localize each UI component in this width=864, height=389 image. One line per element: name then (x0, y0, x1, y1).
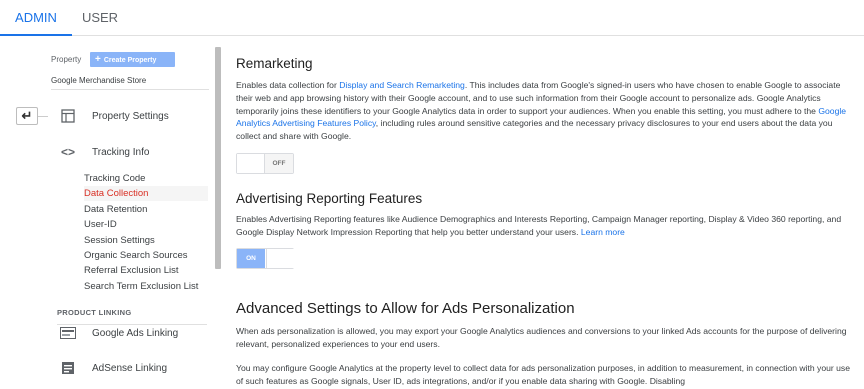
toggle-state-label: ON (237, 249, 265, 268)
nav-adsense-linking-label: AdSense Linking (92, 362, 168, 374)
tab-admin[interactable]: ADMIN (0, 0, 72, 36)
left-navigation: Property + Create Property Google Merchan… (48, 36, 213, 389)
connector-line (38, 116, 48, 117)
property-name: Google Merchandise Store (51, 76, 147, 85)
left-panel-scrollbar[interactable] (215, 47, 221, 269)
create-property-label: Create Property (103, 57, 157, 64)
remarketing-title: Remarketing (236, 56, 313, 71)
google-ads-icon (58, 323, 78, 343)
text: Enables Advertising Reporting features l… (236, 214, 842, 237)
code-brackets-icon: <> (60, 145, 75, 159)
advertising-reporting-toggle[interactable]: ON (236, 248, 294, 269)
toggle-state-label: OFF (265, 154, 293, 173)
sub-organic-search-sources[interactable]: Organic Search Sources (84, 248, 208, 263)
toggle-knob (237, 154, 265, 173)
ads-personalization-description: When ads personalization is allowed, you… (236, 326, 847, 349)
nav-google-ads-linking[interactable]: Google Ads Linking (48, 318, 208, 348)
property-settings-icon (58, 106, 78, 126)
display-search-remarketing-link[interactable]: Display and Search Remarketing (339, 80, 465, 90)
remarketing-description: Enables data collection for Display and … (236, 79, 854, 143)
sub-referral-exclusion-list[interactable]: Referral Exclusion List (84, 263, 208, 278)
nav-tracking-info[interactable]: <> Tracking Info (48, 137, 208, 167)
back-arrow-button[interactable]: ↵ (16, 107, 38, 125)
advertising-reporting-description: Enables Advertising Reporting features l… (236, 213, 854, 239)
adsense-icon (58, 358, 78, 378)
nav-tracking-info-label: Tracking Info (92, 146, 150, 158)
advertising-reporting-title: Advertising Reporting Features (236, 191, 423, 206)
tab-user[interactable]: USER (72, 0, 128, 36)
product-linking-header: PRODUCT LINKING (57, 308, 132, 317)
sub-data-collection[interactable]: Data Collection (84, 186, 208, 201)
remarketing-toggle[interactable]: OFF (236, 153, 294, 174)
text: Enables data collection for (236, 80, 340, 90)
nav-property-settings[interactable]: Property Settings (48, 101, 208, 131)
ads-personalization-config-text: You may configure Google Analytics at th… (236, 363, 851, 386)
learn-more-link[interactable]: Learn more (581, 227, 625, 237)
create-property-button[interactable]: + Create Property (90, 52, 175, 67)
sub-tracking-code[interactable]: Tracking Code (84, 171, 208, 186)
property-label: Property (51, 55, 82, 64)
ads-personalization-title: Advanced Settings to Allow for Ads Perso… (236, 300, 575, 317)
toggle-knob (266, 249, 294, 268)
nav-google-ads-linking-label: Google Ads Linking (92, 327, 179, 339)
sub-search-term-exclusion-list[interactable]: Search Term Exclusion List (84, 279, 208, 294)
sub-session-settings[interactable]: Session Settings (84, 233, 208, 248)
sub-user-id[interactable]: User-ID (84, 217, 208, 232)
nav-property-settings-label: Property Settings (92, 110, 169, 122)
plus-icon: + (95, 54, 101, 65)
sub-data-retention[interactable]: Data Retention (84, 202, 208, 217)
nav-adsense-linking[interactable]: AdSense Linking (48, 353, 208, 383)
divider (51, 89, 209, 90)
top-tab-bar: ADMIN USER (0, 0, 864, 36)
